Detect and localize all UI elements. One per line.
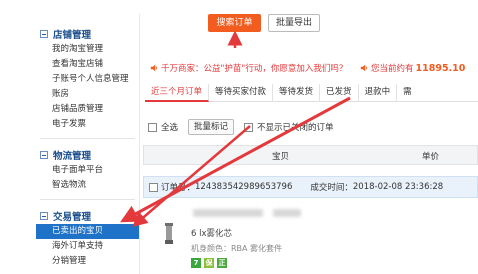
tab-awaiting-shipment[interactable]: 等待发货: [273, 84, 321, 102]
search-orders-button[interactable]: 搜索订单: [208, 14, 261, 32]
balance-amount: 11895.10: [415, 62, 466, 74]
balance-prefix: 您当前约有: [371, 64, 414, 74]
table-header: 宝贝 单价: [143, 145, 478, 165]
select-all-label: 全选: [161, 123, 179, 133]
order-time-label: 成交时间：: [310, 183, 353, 193]
collapse-icon[interactable]: [40, 151, 48, 159]
order-item: 6 lx雾化芯 机身颜色：RBA 雾化套件 7 保 正: [143, 199, 478, 274]
speaker-icon: [360, 64, 367, 72]
sidebar-section-shop: 店铺管理 我的淘宝管理 查看淘宝店铺 子账号个人信息管理 账房 店铺品质管理 电…: [36, 26, 139, 132]
collapse-icon[interactable]: [40, 212, 48, 220]
order-number-label: 订单号：: [161, 183, 196, 193]
sidebar-section-header[interactable]: 店铺管理: [36, 26, 139, 42]
section-title: 物流管理: [53, 151, 92, 162]
tab-more[interactable]: 需: [397, 84, 418, 102]
product-thumbnail[interactable]: [157, 221, 181, 247]
sidebar-item[interactable]: 查看淘宝店铺: [36, 57, 139, 72]
sidebar-item-sold-items[interactable]: 已卖出的宝贝: [36, 224, 139, 239]
column-header-price: 单价: [422, 152, 440, 162]
sidebar-item[interactable]: 分销管理: [36, 254, 139, 269]
section-title: 店铺管理: [53, 30, 92, 41]
tab-shipped[interactable]: 已发货: [320, 84, 359, 102]
order-checkbox[interactable]: [149, 182, 158, 192]
hide-closed-checkbox[interactable]: [244, 122, 254, 132]
hide-closed-label: 不显示已关闭的订单: [257, 123, 334, 133]
service-badges: 7 保 正: [191, 258, 230, 268]
tab-awaiting-payment[interactable]: 等待买家付款: [209, 84, 274, 102]
sidebar-section-logistics: 物流管理 电子面单平台 智选物流: [36, 147, 139, 193]
section-title: 交易管理: [53, 212, 92, 223]
batch-export-button[interactable]: 批量导出: [268, 14, 320, 32]
tab-recent-three-months[interactable]: 近三个月订单: [145, 84, 210, 102]
collapse-icon[interactable]: [40, 30, 48, 38]
tab-refunding[interactable]: 退款中: [359, 84, 398, 102]
sidebar-item[interactable]: 账房: [36, 87, 139, 102]
speaker-icon: [150, 64, 157, 72]
guarantee-icon: 保: [204, 258, 214, 268]
sidebar-item[interactable]: 智选物流: [36, 178, 139, 193]
order-time: 2018-02-08 23:36:28: [352, 182, 444, 192]
sidebar: 店铺管理 我的淘宝管理 查看淘宝店铺 子账号个人信息管理 账房 店铺品质管理 电…: [36, 14, 140, 274]
order-header-row: 订单号： 124383542989653796 成交时间： 2018-02-08…: [143, 176, 478, 198]
sidebar-item[interactable]: 我的淘宝管理: [36, 42, 139, 57]
order-number: 124383542989653796: [195, 182, 293, 192]
list-toolbar: 全选 批量标记 不显示已关闭的订单: [148, 118, 344, 136]
sidebar-item[interactable]: 店铺品质管理: [36, 102, 139, 117]
balance-notice: 您当前约有 11895.10: [360, 62, 465, 74]
item-attribute: 机身颜色：RBA 雾化套件: [191, 244, 283, 253]
select-all-checkbox[interactable]: [148, 122, 157, 132]
order-tabs: 近三个月订单 等待买家付款 等待发货 已发货 退款中 需: [145, 84, 478, 102]
notice-banner[interactable]: 千万商家：公益"护苗"行动，你愿意加入我们吗？: [150, 62, 347, 74]
sidebar-item[interactable]: 电子面单平台: [36, 163, 139, 178]
item-title[interactable]: 6 lx雾化芯: [191, 227, 232, 239]
blurred-title: [193, 209, 263, 217]
sidebar-item[interactable]: 子账号个人信息管理: [36, 72, 139, 87]
notice-text: 千万商家：公益"护苗"行动，你愿意加入我们吗？: [161, 64, 348, 74]
divider: [40, 138, 135, 139]
sidebar-item[interactable]: 电子发票: [36, 117, 139, 132]
column-header-item: 宝贝: [272, 152, 290, 162]
sidebar-section-header[interactable]: 交易管理: [36, 208, 139, 224]
batch-mark-button[interactable]: 批量标记: [188, 119, 235, 135]
divider: [40, 199, 135, 200]
sidebar-section-header[interactable]: 物流管理: [36, 147, 139, 163]
sidebar-item[interactable]: 海外订单支持: [36, 239, 139, 254]
sidebar-section-trade: 交易管理 已卖出的宝贝 海外订单支持 分销管理: [36, 208, 139, 269]
blurred-title: [273, 209, 301, 217]
seven-day-icon: 7: [191, 258, 201, 268]
genuine-icon: 正: [217, 258, 227, 268]
